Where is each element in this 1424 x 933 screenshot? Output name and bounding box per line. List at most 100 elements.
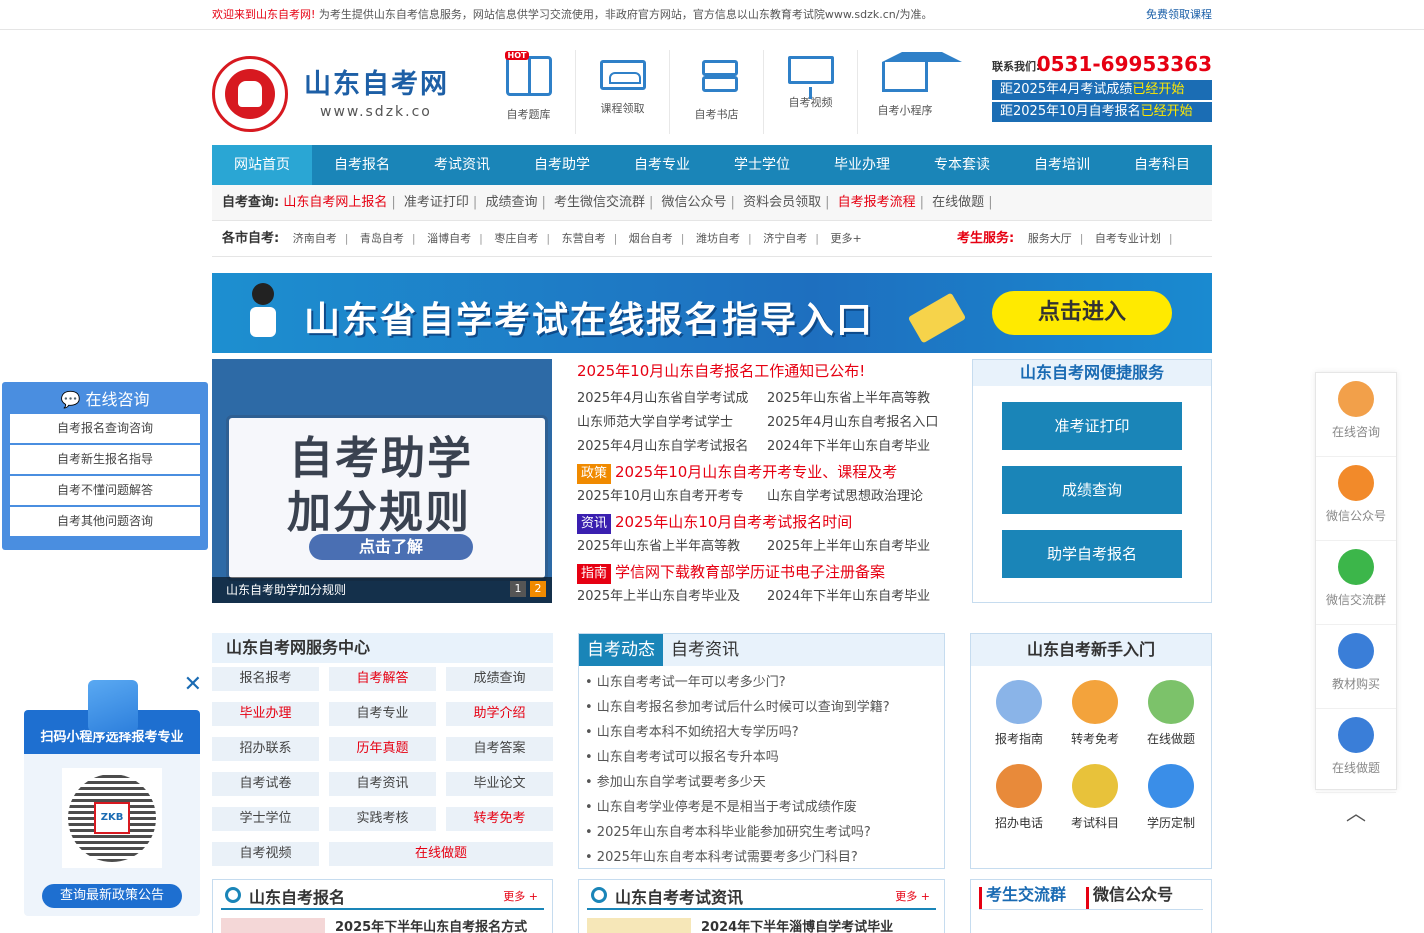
news-link[interactable]: 2025年山东省上半年高等教 — [577, 535, 767, 559]
news-link[interactable]: 2024年下半年山东自考毕业 — [767, 435, 957, 459]
assist-register-button[interactable]: 助学自考报名 — [1002, 530, 1182, 578]
query-link[interactable]: 山东自考网上报名 — [283, 195, 387, 210]
beginner-guide-item[interactable]: 转考免考 — [1057, 680, 1133, 764]
beginner-guide-item[interactable]: 考试科目 — [1057, 764, 1133, 848]
nav-assist[interactable]: 自考助学 — [512, 145, 612, 185]
news-link[interactable]: 2025年4月山东自学考试报名 — [577, 435, 767, 459]
toolbar-item[interactable]: 微信交流群 — [1316, 549, 1396, 625]
service-center-item[interactable]: 自考专业 — [329, 702, 436, 726]
close-icon[interactable]: ✕ — [184, 674, 202, 696]
nav-register[interactable]: 自考报名 — [312, 145, 412, 185]
slide-cta[interactable]: 点击了解 — [309, 534, 473, 560]
city-link[interactable]: 青岛自考 — [360, 232, 404, 245]
service-center-item[interactable]: 转考免考 — [446, 807, 553, 831]
list-item[interactable]: • 山东自考报名参加考试后什么时候可以查询到学籍? — [585, 695, 944, 720]
list-item[interactable]: • 山东自考考试一年可以考多少门? — [585, 670, 944, 695]
service-center-item[interactable]: 助学介绍 — [446, 702, 553, 726]
news-link[interactable]: 2025年山东10月自考考试报名时间 — [615, 513, 852, 531]
query-link[interactable]: 成绩查询 — [485, 195, 537, 210]
toolbar-item[interactable]: 在线做题 — [1316, 717, 1396, 793]
service-center-item[interactable]: 毕业论文 — [446, 772, 553, 796]
service-center-item[interactable]: 报名报考 — [212, 667, 319, 691]
beginner-guide-item[interactable]: 报考指南 — [981, 680, 1057, 764]
city-link[interactable]: 淄博自考 — [427, 232, 471, 245]
service-center-item[interactable]: 在线做题 — [329, 842, 553, 866]
admit-card-button[interactable]: 准考证打印 — [1002, 402, 1182, 450]
consult-item[interactable]: 自考报名查询咨询 — [10, 414, 200, 443]
news-link[interactable]: 2025年4月山东自考报名入口 — [767, 411, 957, 435]
nav-degree[interactable]: 学士学位 — [712, 145, 812, 185]
news-link[interactable]: 2025年上半山东自考毕业及 — [577, 585, 767, 609]
query-link[interactable]: 微信公众号 — [662, 195, 727, 210]
list-item[interactable]: • 参加山东自学考试要考多少天 — [585, 770, 944, 795]
service-center-item[interactable]: 历年真题 — [329, 737, 436, 761]
news-link[interactable]: 山东自学考试思想政治理论 — [767, 485, 957, 509]
more-link[interactable]: 更多 + — [895, 888, 930, 904]
policy-query-button[interactable]: 查询最新政策公告 — [42, 884, 182, 908]
city-link[interactable]: 东营自考 — [562, 232, 606, 245]
city-more-link[interactable]: 更多+ — [830, 232, 861, 245]
score-query-button[interactable]: 成绩查询 — [1002, 466, 1182, 514]
more-link[interactable]: 更多 + — [503, 888, 538, 904]
quick-link-course[interactable]: 课程领取 — [576, 50, 670, 134]
news-thumbnail[interactable] — [587, 918, 691, 933]
tab-dynamic[interactable]: 自考动态 — [579, 634, 663, 666]
city-link[interactable]: 烟台自考 — [629, 232, 673, 245]
city-link[interactable]: 潍坊自考 — [696, 232, 740, 245]
slide-page-2[interactable]: 2 — [530, 581, 546, 597]
city-link[interactable]: 枣庄自考 — [494, 232, 538, 245]
beginner-guide-item[interactable]: 在线做题 — [1133, 680, 1209, 764]
service-center-item[interactable]: 自考视频 — [212, 842, 319, 866]
quick-link-bookstore[interactable]: 自考书店 — [670, 50, 764, 134]
headline-top[interactable]: 2025年10月山东自考报名工作通知已公布! — [577, 359, 957, 383]
list-item[interactable]: • 山东自考学业停考是不是相当于考试成绩作废 — [585, 795, 944, 820]
toolbar-item[interactable]: 在线咨询 — [1316, 381, 1396, 457]
beginner-guide-item[interactable]: 招办电话 — [981, 764, 1057, 848]
consult-item[interactable]: 自考不懂问题解答 — [10, 476, 200, 505]
city-link[interactable]: 济宁自考 — [763, 232, 807, 245]
service-center-item[interactable]: 招办联系 — [212, 737, 319, 761]
news-link[interactable]: 2025年10月山东自考开考专 — [577, 485, 767, 509]
nav-home[interactable]: 网站首页 — [212, 145, 312, 185]
list-item[interactable]: • 山东自考考试可以报名专升本吗 — [585, 745, 944, 770]
consult-title[interactable]: 💬 在线咨询 — [10, 386, 200, 414]
nav-training[interactable]: 自考培训 — [1012, 145, 1112, 185]
news-thumbnail[interactable] — [221, 918, 325, 933]
service-center-item[interactable]: 自考解答 — [329, 667, 436, 691]
nav-major[interactable]: 自考专业 — [612, 145, 712, 185]
tab-news[interactable]: 自考资讯 — [663, 634, 747, 666]
countdown-score[interactable]: 距2025年4月考试成绩已经开始 — [992, 80, 1212, 100]
slide-page-1[interactable]: 1 — [510, 581, 526, 597]
nav-subjects[interactable]: 自考科目 — [1112, 145, 1212, 185]
quick-link-video[interactable]: 自考视频 — [764, 50, 858, 134]
consult-item[interactable]: 自考其他问题咨询 — [10, 507, 200, 536]
news-link[interactable]: 山东师范大学自学考试学士 — [577, 411, 767, 435]
query-link[interactable]: 自考报考流程 — [838, 195, 916, 210]
news-link[interactable]: 2025年10月山东自考开考专业、课程及考 — [615, 463, 897, 481]
quick-link-question-bank[interactable]: HOT 自考题库 — [482, 50, 576, 134]
consult-item[interactable]: 自考新生报名指导 — [10, 445, 200, 474]
service-center-item[interactable]: 自考资讯 — [329, 772, 436, 796]
service-center-item[interactable]: 毕业办理 — [212, 702, 319, 726]
free-course-link[interactable]: 免费领取课程 — [1146, 0, 1212, 30]
query-link[interactable]: 考生微信交流群 — [554, 195, 645, 210]
news-link[interactable]: 2025年上半年山东自考毕业 — [767, 535, 957, 559]
news-link[interactable]: 2025年山东省上半年高等教 — [767, 387, 957, 411]
service-center-item[interactable]: 实践考核 — [329, 807, 436, 831]
service-center-item[interactable]: 成绩查询 — [446, 667, 553, 691]
news-link[interactable]: 学信网下载教育部学历证书电子注册备案 — [615, 563, 885, 581]
countdown-register[interactable]: 距2025年10月自考报名已经开始 — [992, 102, 1212, 122]
news-link[interactable]: 2025年4月山东省自学考试成 — [577, 387, 767, 411]
service-center-item[interactable]: 自考试卷 — [212, 772, 319, 796]
back-to-top-icon[interactable]: ︿ — [1316, 793, 1396, 833]
query-link[interactable]: 资料会员领取 — [743, 195, 821, 210]
nav-graduation[interactable]: 毕业办理 — [812, 145, 912, 185]
site-logo[interactable]: 山东自考网 www.sdzk.co — [212, 54, 457, 134]
image-slider[interactable]: 自考助学 加分规则 点击了解 山东自考助学加分规则 1 2 — [212, 359, 552, 603]
news-link[interactable]: 2024年下半年山东自考毕业 — [767, 585, 957, 609]
service-link[interactable]: 服务大厅 — [1028, 232, 1072, 245]
query-link[interactable]: 在线做题 — [932, 195, 984, 210]
banner-enter-button[interactable]: 点击进入 — [992, 291, 1172, 335]
list-item[interactable]: • 2025年山东自考本科考试需要考多少门科目? — [585, 845, 944, 870]
nav-combo[interactable]: 专本套读 — [912, 145, 1012, 185]
